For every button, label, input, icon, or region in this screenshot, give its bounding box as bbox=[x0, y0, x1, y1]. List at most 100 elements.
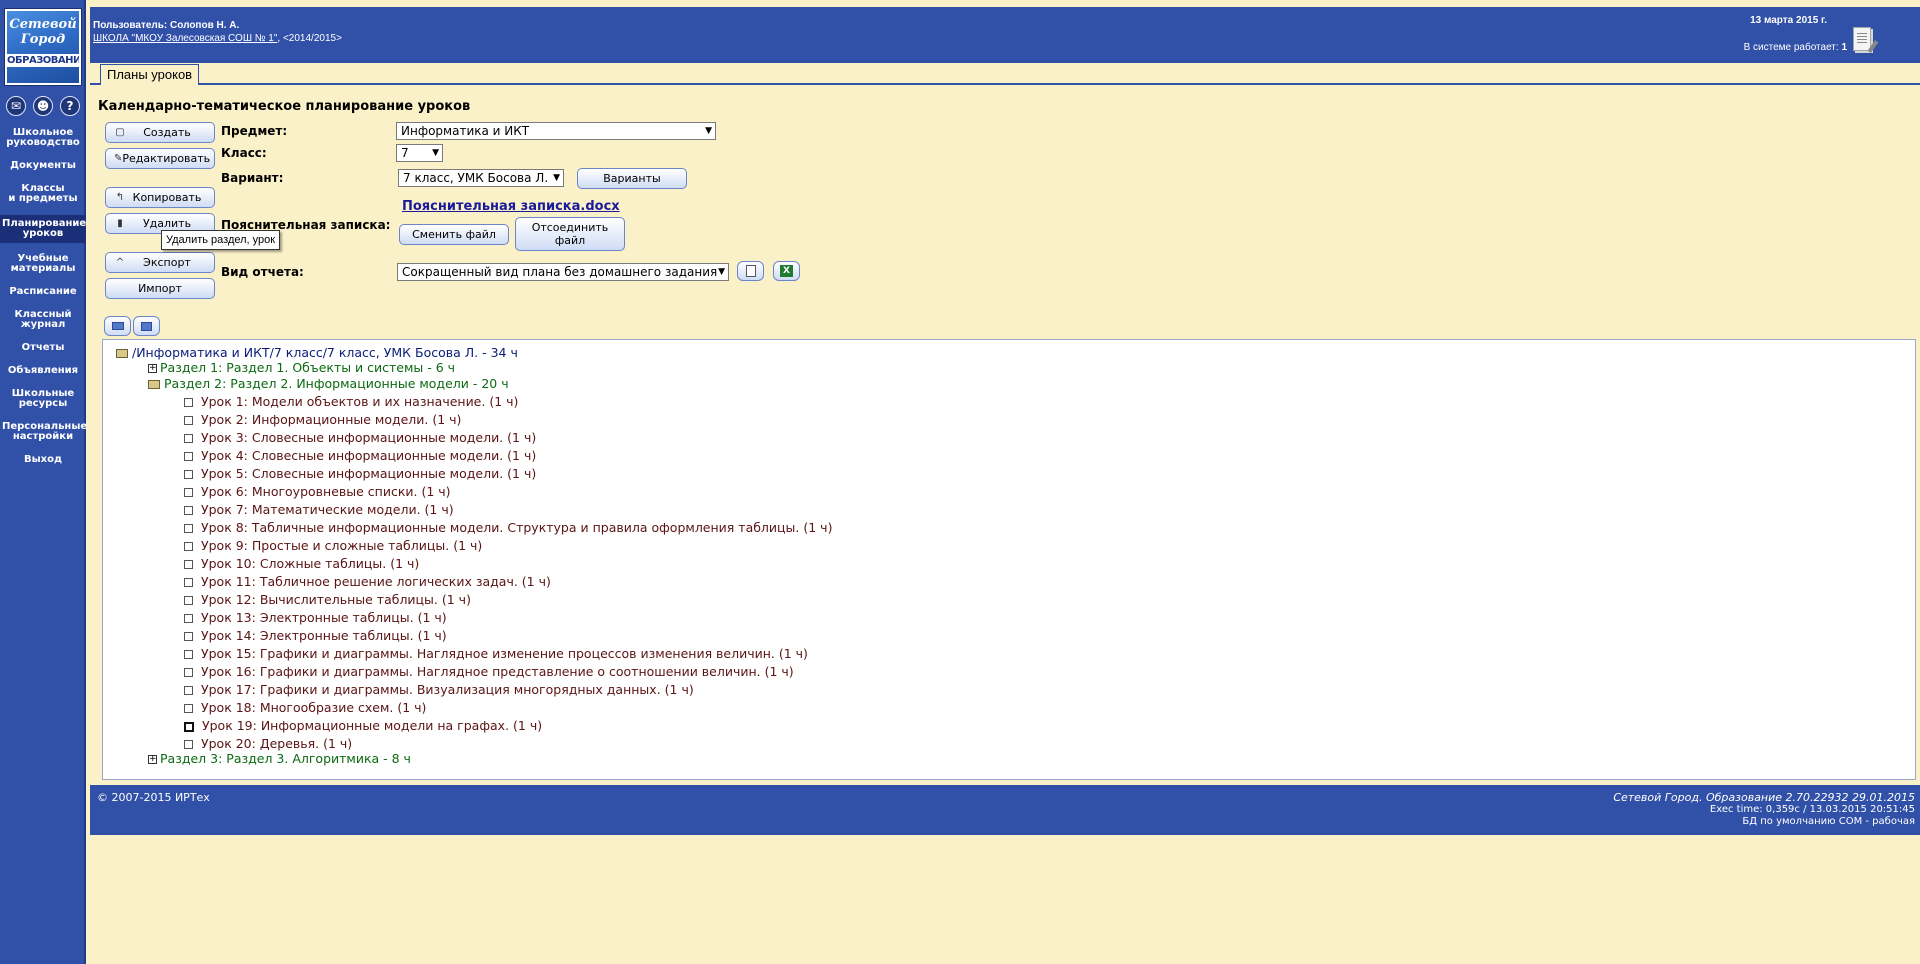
create-button[interactable]: ▢ Создать bbox=[105, 122, 215, 143]
lesson-checkbox[interactable] bbox=[184, 542, 193, 551]
lesson-item[interactable]: Урок 10: Сложные таблицы. (1 ч) bbox=[184, 556, 419, 572]
lesson-item[interactable]: Урок 2: Информационные модели. (1 ч) bbox=[184, 412, 461, 428]
plan-tree: /Информатика и ИКТ/7 класс/7 класс, УМК … bbox=[102, 339, 1916, 780]
lesson-item[interactable]: Урок 19: Информационные модели на графах… bbox=[184, 718, 542, 734]
school-info: ШКОЛА "МКОУ Залесовская СОШ № 1", <2014/… bbox=[93, 33, 342, 44]
expand-all-button[interactable] bbox=[104, 316, 131, 336]
lesson-item[interactable]: Урок 9: Простые и сложные таблицы. (1 ч) bbox=[184, 538, 482, 554]
lesson-checkbox[interactable] bbox=[184, 416, 193, 425]
lesson-item[interactable]: Урок 8: Табличные информационные модели.… bbox=[184, 520, 832, 536]
expand-plus-icon[interactable]: + bbox=[148, 755, 157, 764]
lesson-item[interactable]: Урок 17: Графики и диаграммы. Визуализац… bbox=[184, 682, 694, 698]
expand-plus-icon[interactable]: + bbox=[148, 364, 157, 373]
lesson-item[interactable]: Урок 7: Математические модели. (1 ч) bbox=[184, 502, 454, 518]
sidebar-item[interactable]: Школьные ресурсы bbox=[0, 387, 86, 411]
folder-open-icon bbox=[116, 349, 128, 358]
sidebar-quick-icons: ✉ ☻ ? bbox=[4, 96, 84, 116]
lesson-checkbox[interactable] bbox=[184, 578, 193, 587]
help-icon[interactable]: ? bbox=[60, 96, 80, 116]
sidebar-item[interactable]: Планирование уроков bbox=[0, 215, 86, 243]
school-link[interactable]: ШКОЛА "МКОУ Залесовская СОШ № 1" bbox=[93, 33, 277, 44]
report-type-select[interactable]: Сокращенный вид плана без домашнего зада… bbox=[397, 263, 729, 281]
lesson-item[interactable]: Урок 3: Словесные информационные модели.… bbox=[184, 430, 536, 446]
lesson-item[interactable]: Урок 6: Многоуровневые списки. (1 ч) bbox=[184, 484, 451, 500]
app-logo[interactable]: Сетевой Город ОБРАЗОВАНИЕ bbox=[5, 9, 81, 85]
lesson-label: Урок 12: Вычислительные таблицы. (1 ч) bbox=[201, 592, 471, 607]
explanatory-note-file-link[interactable]: Пояснительная записка.docx bbox=[402, 199, 620, 214]
export-button[interactable]: ^ Экспорт bbox=[105, 252, 215, 273]
lesson-item[interactable]: Урок 15: Графики и диаграммы. Наглядное … bbox=[184, 646, 808, 662]
lesson-label: Урок 14: Электронные таблицы. (1 ч) bbox=[201, 628, 447, 643]
variant-select[interactable]: 7 класс, УМК Босова Л. ▼ bbox=[398, 169, 564, 187]
sidebar-item[interactable]: Учебные материалы bbox=[0, 252, 86, 276]
lesson-checkbox[interactable] bbox=[184, 614, 193, 623]
document-icon bbox=[745, 265, 756, 277]
lesson-checkbox[interactable] bbox=[184, 506, 193, 515]
lesson-item[interactable]: Урок 18: Многообразие схем. (1 ч) bbox=[184, 700, 426, 716]
lesson-checkbox[interactable] bbox=[184, 721, 194, 732]
tree-section-2[interactable]: Раздел 2: Раздел 2. Информационные модел… bbox=[148, 376, 509, 392]
copy-button[interactable]: ↰ Копировать bbox=[105, 187, 215, 208]
footer: © 2007-2015 ИРТех Сетевой Город. Образов… bbox=[90, 785, 1920, 835]
lesson-label: Урок 2: Информационные модели. (1 ч) bbox=[201, 412, 462, 427]
excel-export-button[interactable]: X bbox=[773, 261, 800, 281]
subject-select[interactable]: Информатика и ИКТ ▼ bbox=[396, 122, 716, 140]
collapse-all-button[interactable] bbox=[133, 316, 160, 336]
lesson-checkbox[interactable] bbox=[184, 740, 193, 749]
lesson-item[interactable]: Урок 11: Табличное решение логических за… bbox=[184, 574, 551, 590]
lesson-item[interactable]: Урок 16: Графики и диаграммы. Наглядное … bbox=[184, 664, 794, 680]
variants-button[interactable]: Варианты bbox=[577, 168, 687, 189]
lesson-label: Урок 9: Простые и сложные таблицы. (1 ч) bbox=[201, 538, 483, 553]
lesson-checkbox[interactable] bbox=[184, 470, 193, 479]
sidebar-item[interactable]: Выход bbox=[0, 453, 86, 467]
tab-bar: Планы уроков bbox=[90, 63, 1920, 85]
lesson-checkbox[interactable] bbox=[184, 668, 193, 677]
lesson-checkbox[interactable] bbox=[184, 686, 193, 695]
class-select[interactable]: 7 ▼ bbox=[396, 144, 443, 162]
lesson-checkbox[interactable] bbox=[184, 560, 193, 569]
lesson-checkbox[interactable] bbox=[184, 704, 193, 713]
lesson-checkbox[interactable] bbox=[184, 488, 193, 497]
tree-section-3[interactable]: + Раздел 3: Раздел 3. Алгоритмика - 8 ч bbox=[148, 751, 411, 767]
lesson-item[interactable]: Урок 4: Словесные информационные модели.… bbox=[184, 448, 536, 464]
sidebar-item[interactable]: Школьное руководство bbox=[0, 126, 86, 150]
lesson-label: Урок 11: Табличное решение логических за… bbox=[201, 574, 551, 589]
document-edit-icon[interactable] bbox=[1853, 27, 1879, 53]
delete-tooltip: Удалить раздел, урок bbox=[161, 230, 281, 250]
tree-root[interactable]: /Информатика и ИКТ/7 класс/7 класс, УМК … bbox=[116, 345, 518, 361]
lesson-item[interactable]: Урок 20: Деревья. (1 ч) bbox=[184, 736, 352, 752]
class-label: Класс: bbox=[221, 146, 267, 160]
lesson-item[interactable]: Урок 14: Электронные таблицы. (1 ч) bbox=[184, 628, 447, 644]
lesson-label: Урок 1: Модели объектов и их назначение.… bbox=[201, 394, 519, 409]
change-file-button[interactable]: Сменить файл bbox=[399, 224, 509, 245]
lesson-item[interactable]: Урок 1: Модели объектов и их назначение.… bbox=[184, 394, 518, 410]
print-report-button[interactable] bbox=[737, 261, 764, 281]
lesson-checkbox[interactable] bbox=[184, 650, 193, 659]
sidebar-item[interactable]: Классный журнал bbox=[0, 308, 86, 332]
sidebar-item[interactable]: Персональные настройки bbox=[0, 420, 87, 444]
lesson-checkbox[interactable] bbox=[184, 596, 193, 605]
lesson-item[interactable]: Урок 12: Вычислительные таблицы. (1 ч) bbox=[184, 592, 471, 608]
tab-lesson-plans[interactable]: Планы уроков bbox=[100, 64, 200, 85]
lesson-checkbox[interactable] bbox=[184, 632, 193, 641]
import-button[interactable]: Импорт bbox=[105, 278, 215, 299]
lesson-item[interactable]: Урок 5: Словесные информационные модели.… bbox=[184, 466, 536, 482]
sidebar-item[interactable]: Классы и предметы bbox=[0, 182, 86, 206]
new-document-icon: ▢ bbox=[115, 127, 125, 138]
mail-icon[interactable]: ✉ bbox=[6, 96, 26, 116]
users-icon[interactable]: ☻ bbox=[33, 96, 53, 116]
detach-file-button[interactable]: Отсоединить файл bbox=[515, 217, 625, 251]
sidebar-item[interactable]: Отчеты bbox=[0, 341, 86, 355]
edit-button[interactable]: ✎ Редактировать bbox=[105, 148, 215, 169]
lesson-checkbox[interactable] bbox=[184, 398, 193, 407]
lesson-checkbox[interactable] bbox=[184, 452, 193, 461]
sidebar-item[interactable]: Расписание bbox=[0, 285, 86, 299]
lesson-checkbox[interactable] bbox=[184, 434, 193, 443]
lesson-checkbox[interactable] bbox=[184, 524, 193, 533]
sidebar-item[interactable]: Объявления bbox=[0, 364, 86, 378]
lesson-label: Урок 3: Словесные информационные модели.… bbox=[201, 430, 537, 445]
lesson-item[interactable]: Урок 13: Электронные таблицы. (1 ч) bbox=[184, 610, 447, 626]
sidebar-item[interactable]: Документы bbox=[0, 159, 86, 173]
tree-section-1[interactable]: + Раздел 1: Раздел 1. Объекты и системы -… bbox=[148, 360, 455, 376]
lesson-label: Урок 7: Математические модели. (1 ч) bbox=[201, 502, 454, 517]
